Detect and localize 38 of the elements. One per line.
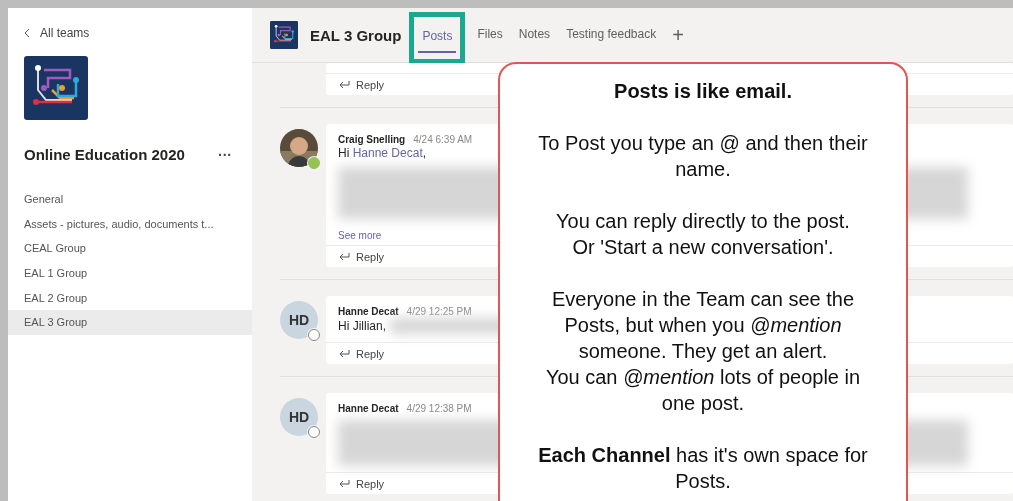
tab[interactable]: Notes — [514, 19, 555, 51]
author-name: Hanne Decat — [338, 403, 399, 414]
channel-item[interactable]: Assets - pictures, audio, documents t... — [8, 211, 252, 237]
reply-icon — [338, 349, 350, 358]
avatar: HD — [280, 398, 318, 436]
channel-item[interactable]: EAL 1 Group — [8, 260, 252, 286]
message-text: Hi Hanne Decat, — [338, 146, 427, 161]
back-icon — [24, 28, 30, 38]
reply-icon — [338, 80, 350, 89]
callout-text: You can reply directly to the post. Or 'Start a new conversation'. — [556, 209, 850, 260]
team-logo-icon — [270, 21, 298, 49]
avatar: HD — [280, 301, 318, 339]
team-name: Online Education 2020 — [24, 146, 185, 163]
reply-icon — [338, 479, 350, 488]
reply-icon — [338, 252, 350, 261]
message-text: Hi Jillian, — [338, 318, 386, 334]
message-time: 4/24 6:39 AM — [413, 134, 473, 145]
see-more-link[interactable]: See more — [338, 229, 382, 243]
author-name: Craig Snelling — [338, 134, 406, 145]
callout-text: Each Channel has it's own space for Posts. — [537, 443, 869, 494]
tab[interactable]: Posts — [418, 21, 457, 53]
team-logo-icon — [24, 56, 88, 120]
back-link[interactable]: All teams — [24, 26, 252, 40]
message-time: 4/29 12:25 PM — [406, 306, 472, 317]
channel-item[interactable]: EAL 3 Group — [8, 309, 252, 335]
channel-item[interactable]: EAL 2 Group — [8, 285, 252, 310]
callout-text: To Post you type an @ and then their name. — [537, 131, 869, 182]
more-button[interactable]: ··· — [218, 146, 232, 163]
channel-item[interactable]: CEAL Group — [8, 236, 252, 261]
tab[interactable]: Testing feedback — [562, 19, 661, 51]
message-time: 4/29 12:38 PM — [406, 403, 472, 414]
author-name: Hanne Decat — [338, 306, 399, 317]
tab[interactable]: Files — [473, 19, 507, 51]
channel-item[interactable]: General — [8, 187, 252, 212]
channel-title: EAL 3 Group — [310, 26, 402, 44]
callout-title: Posts is like email. — [614, 79, 792, 104]
add-tab-button[interactable]: + — [668, 23, 688, 47]
callout-text: Everyone in the Team can see the Posts, but when you @mention someone. They get an alert. You can @mention lots of people in one post. — [544, 287, 862, 416]
